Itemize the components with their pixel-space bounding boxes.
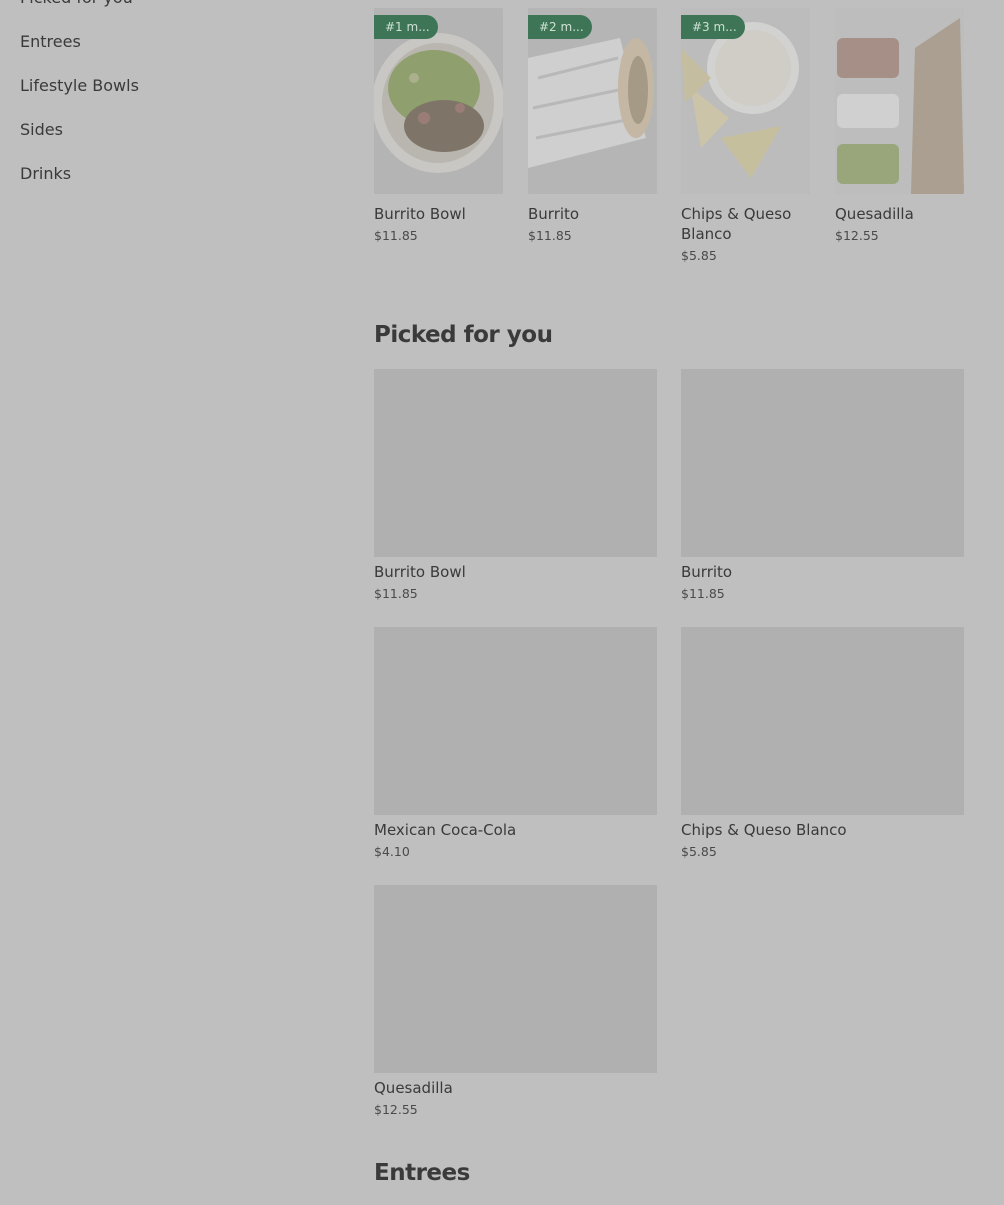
- chips-queso-image: #3 m...: [681, 8, 810, 194]
- menu-card-chips-queso[interactable]: Chips & Queso Blanco $5.85: [681, 627, 964, 861]
- item-name: Burrito: [528, 205, 580, 223]
- item-image-placeholder: [374, 885, 657, 1073]
- quesadilla-image: [835, 8, 964, 194]
- menu-card-burrito[interactable]: Burrito $11.85: [681, 369, 964, 603]
- item-price: $12.55: [374, 1102, 418, 1117]
- category-sidebar: Picked for you Entrees Lifestyle Bowls S…: [20, 0, 139, 208]
- section-title-picked-for-you: Picked for you: [374, 322, 553, 348]
- burrito-image: #2 m...: [528, 8, 657, 194]
- item-name: Mexican Coca-Cola: [374, 821, 517, 839]
- section-title-entrees: Entrees: [374, 1160, 470, 1186]
- item-name: Quesadilla: [835, 205, 914, 223]
- item-image-placeholder: [681, 369, 964, 557]
- item-price: $4.10: [374, 844, 410, 859]
- menu-card-mexican-coca-cola[interactable]: Mexican Coca-Cola $4.10: [374, 627, 657, 861]
- rank-badge: #3 m...: [681, 15, 745, 39]
- item-price: $11.85: [528, 228, 572, 243]
- item-price: $5.85: [681, 248, 717, 263]
- item-name: Chips & Queso Blanco: [681, 205, 792, 243]
- item-name: Burrito Bowl: [374, 563, 466, 581]
- sidebar-item-drinks[interactable]: Drinks: [20, 164, 139, 208]
- item-name: Burrito Bowl: [374, 205, 466, 223]
- featured-carousel: #1 m... Burrito Bowl $11.85 #2 m... Burr…: [374, 8, 964, 278]
- item-name: Quesadilla: [374, 1079, 453, 1097]
- sidebar-item-entrees[interactable]: Entrees: [20, 32, 139, 76]
- item-name: Chips & Queso Blanco: [681, 821, 847, 839]
- item-image-placeholder: [681, 627, 964, 815]
- sidebar-item-picked-for-you[interactable]: Picked for you: [20, 0, 139, 32]
- item-image-placeholder: [374, 627, 657, 815]
- featured-card-burrito-bowl[interactable]: #1 m... Burrito Bowl $11.85: [374, 8, 503, 245]
- item-price: $11.85: [374, 586, 418, 601]
- menu-card-quesadilla[interactable]: Quesadilla $12.55: [374, 885, 657, 1119]
- featured-card-chips-queso[interactable]: #3 m... Chips & Queso Blanco $5.85: [681, 8, 810, 265]
- item-price: $5.85: [681, 844, 717, 859]
- featured-card-quesadilla[interactable]: Quesadilla $12.55: [835, 8, 964, 245]
- item-name: Burrito: [681, 563, 733, 581]
- rank-badge: #1 m...: [374, 15, 438, 39]
- rank-badge: #2 m...: [528, 15, 592, 39]
- sidebar-item-sides[interactable]: Sides: [20, 120, 139, 164]
- sidebar-item-lifestyle-bowls[interactable]: Lifestyle Bowls: [20, 76, 139, 120]
- item-price: $12.55: [835, 228, 879, 243]
- item-price: $11.85: [681, 586, 725, 601]
- menu-card-burrito-bowl[interactable]: Burrito Bowl $11.85: [374, 369, 657, 603]
- burrito-bowl-image: #1 m...: [374, 8, 503, 194]
- featured-card-burrito[interactable]: #2 m... Burrito $11.85: [528, 8, 657, 245]
- item-image-placeholder: [374, 369, 657, 557]
- item-price: $11.85: [374, 228, 418, 243]
